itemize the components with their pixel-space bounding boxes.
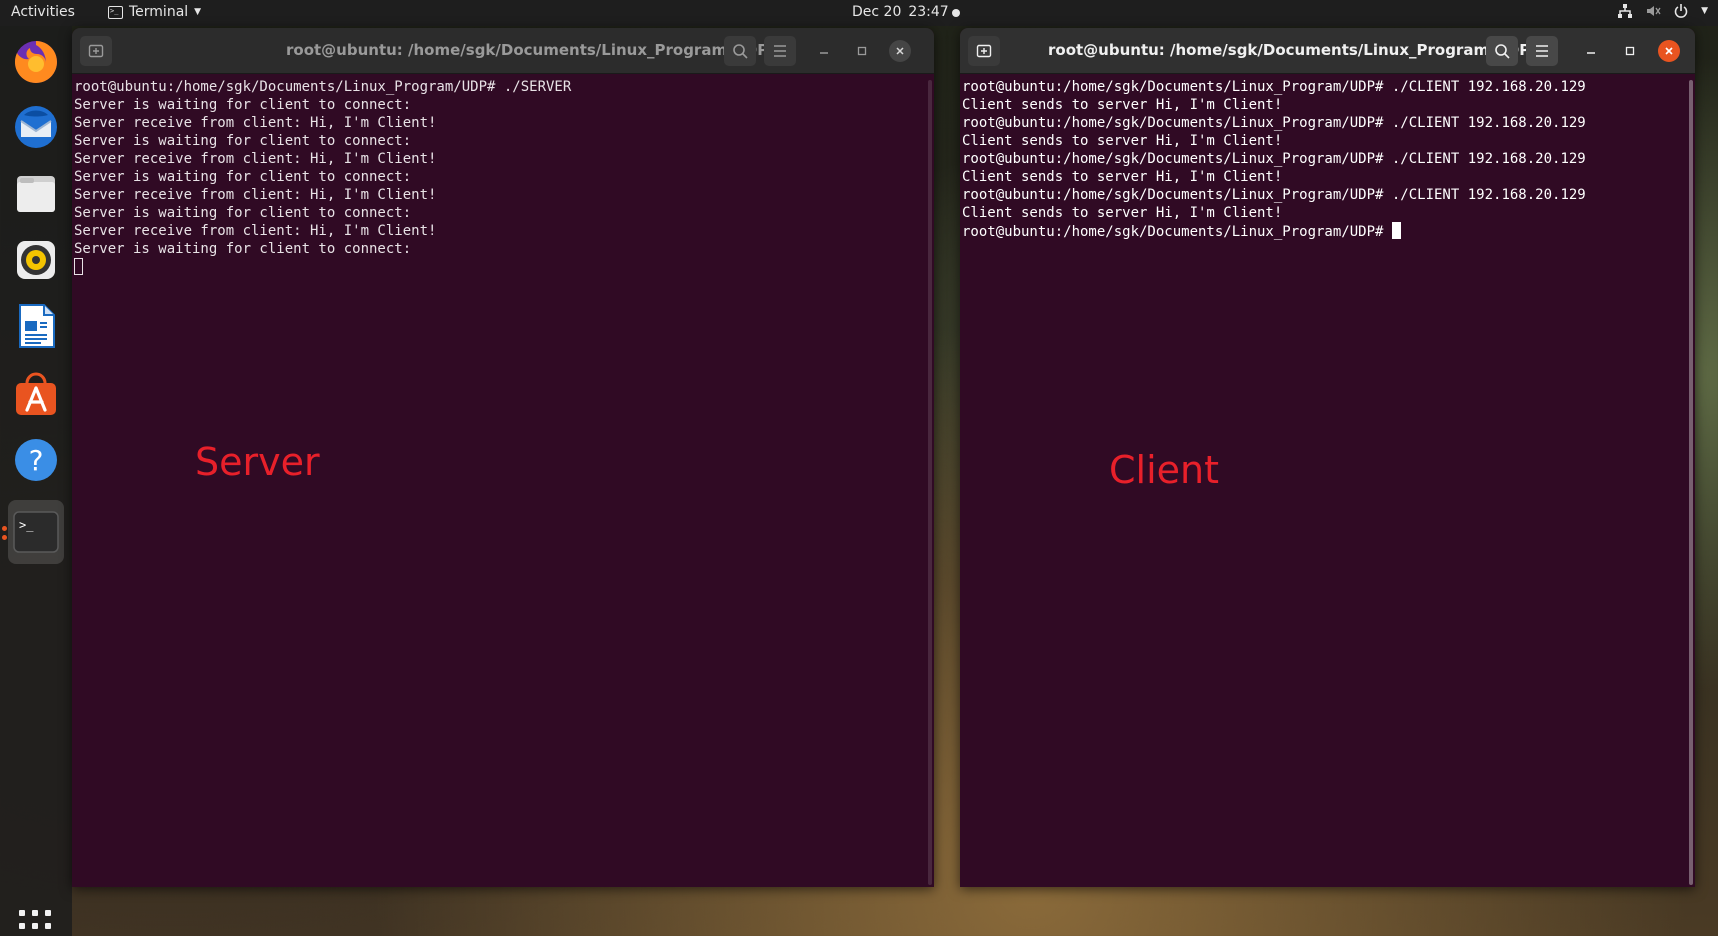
terminal-small-icon: >_ [108, 5, 123, 19]
terminal-line: Server is waiting for client to connect: [74, 97, 412, 113]
terminal-window-client[interactable]: root@ubuntu: /home/sgk/Documents/Linux_P… [960, 28, 1695, 887]
search-icon [733, 44, 748, 59]
new-tab-icon [88, 44, 104, 58]
close-button[interactable] [1658, 40, 1680, 62]
svg-text:>_: >_ [19, 518, 34, 532]
maximize-button[interactable] [851, 40, 873, 62]
dock-firefox[interactable] [8, 34, 64, 90]
system-menu[interactable]: ▼ [1617, 3, 1708, 19]
app-menu-label: Terminal [129, 4, 189, 20]
firefox-icon [14, 41, 57, 83]
maximize-icon [857, 46, 867, 56]
terminal-icon: >_ [13, 511, 59, 553]
terminal-line [74, 258, 924, 277]
text-cursor [74, 258, 83, 275]
new-tab-button[interactable] [80, 36, 112, 66]
svg-text:?: ? [29, 444, 44, 477]
minimize-icon [1587, 52, 1595, 54]
terminal-line: Server receive from client: Hi, I'm Clie… [74, 115, 437, 131]
terminal-line: root@ubuntu:/home/sgk/Documents/Linux_Pr… [962, 151, 1586, 167]
terminal-line: Client sends to server Hi, I'm Client! [962, 169, 1283, 185]
search-button[interactable] [724, 36, 756, 66]
notification-dot [952, 9, 960, 17]
rhythmbox-icon [17, 241, 55, 279]
dock-help[interactable]: ? [8, 432, 64, 488]
system-menu-caret-icon: ▼ [1701, 6, 1708, 16]
volume-muted-icon [1645, 3, 1661, 19]
terminal-line: Client sends to server Hi, I'm Client! [962, 205, 1283, 221]
network-icon [1617, 3, 1633, 19]
thunderbird-icon [15, 106, 57, 148]
running-indicator [2, 535, 7, 540]
search-icon [1495, 44, 1510, 59]
header-bar: root@ubuntu: /home/sgk/Documents/Linux_P… [72, 28, 934, 74]
scrollbar[interactable] [1689, 80, 1693, 885]
terminal-line: Client sends to server Hi, I'm Client! [962, 97, 1283, 113]
scrollbar[interactable] [928, 80, 932, 885]
annotation-label: Client [1109, 448, 1220, 492]
minimize-button[interactable] [813, 40, 835, 62]
terminal-prompt: root@ubuntu:/home/sgk/Documents/Linux_Pr… [962, 224, 1392, 240]
power-icon [1673, 3, 1689, 19]
window-title: root@ubuntu: /home/sgk/Documents/Linux_P… [286, 41, 769, 59]
menu-button[interactable] [1526, 36, 1558, 66]
close-button[interactable] [889, 40, 911, 62]
chevron-down-icon: ▼ [194, 7, 202, 17]
ubuntu-software-icon [16, 372, 56, 415]
dock-terminal[interactable]: >_ [8, 500, 64, 564]
terminal-line: root@ubuntu:/home/sgk/Documents/Linux_Pr… [962, 115, 1586, 131]
help-icon: ? [15, 439, 57, 481]
terminal-line: root@ubuntu:/home/sgk/Documents/Linux_Pr… [962, 187, 1586, 203]
top-bar: Activities >_ Terminal ▼ Dec 20 23:47 ▼ [0, 0, 1718, 26]
window-title: root@ubuntu: /home/sgk/Documents/Linux_P… [1048, 41, 1531, 59]
dock-thunderbird[interactable] [8, 99, 64, 155]
text-cursor [1391, 222, 1401, 239]
annotation-label: Server [195, 440, 320, 484]
maximize-icon [1625, 46, 1635, 56]
terminal-line: root@ubuntu:/home/sgk/Documents/Linux_Pr… [962, 79, 1586, 95]
files-icon [17, 176, 55, 212]
terminal-line: Server is waiting for client to connect: [74, 169, 412, 185]
activities-button[interactable]: Activities [11, 4, 75, 20]
terminal-line: Server is waiting for client to connect: [74, 205, 412, 221]
dock-rhythmbox[interactable] [8, 232, 64, 288]
app-menu[interactable]: >_ Terminal ▼ [108, 4, 201, 20]
show-applications-icon[interactable] [19, 910, 51, 936]
terminal-line: Server is waiting for client to connect: [74, 133, 412, 149]
dock-software[interactable] [8, 366, 64, 422]
close-icon [896, 47, 904, 55]
clock-time: 23:47 [908, 4, 949, 20]
maximize-button[interactable] [1619, 40, 1641, 62]
new-tab-button[interactable] [968, 36, 1000, 66]
hamburger-menu-icon [1536, 45, 1548, 57]
hamburger-menu-icon [774, 45, 786, 57]
dock-files[interactable] [8, 166, 64, 222]
terminal-line: Server receive from client: Hi, I'm Clie… [74, 223, 437, 239]
new-tab-icon [976, 44, 992, 58]
clock[interactable]: Dec 20 23:47 [852, 4, 949, 20]
close-icon [1665, 47, 1673, 55]
terminal-line: Server receive from client: Hi, I'm Clie… [74, 151, 437, 167]
terminal-line: Server is waiting for client to connect: [74, 241, 412, 257]
minimize-icon [820, 52, 828, 54]
dock-writer[interactable] [8, 298, 64, 354]
menu-button[interactable] [764, 36, 796, 66]
terminal-prompt-line: root@ubuntu:/home/sgk/Documents/Linux_Pr… [962, 222, 1685, 241]
terminal-line: Server receive from client: Hi, I'm Clie… [74, 187, 437, 203]
terminal-output[interactable]: root@ubuntu:/home/sgk/Documents/Linux_Pr… [960, 74, 1687, 887]
running-indicator [2, 526, 7, 531]
terminal-window-server[interactable]: root@ubuntu: /home/sgk/Documents/Linux_P… [72, 28, 934, 887]
dock: ? >_ [0, 26, 72, 936]
search-button[interactable] [1486, 36, 1518, 66]
header-bar: root@ubuntu: /home/sgk/Documents/Linux_P… [960, 28, 1695, 74]
libreoffice-writer-icon [19, 304, 55, 348]
terminal-line: Client sends to server Hi, I'm Client! [962, 133, 1283, 149]
terminal-line: root@ubuntu:/home/sgk/Documents/Linux_Pr… [74, 79, 572, 95]
clock-date: Dec 20 [852, 4, 902, 20]
minimize-button[interactable] [1580, 40, 1602, 62]
